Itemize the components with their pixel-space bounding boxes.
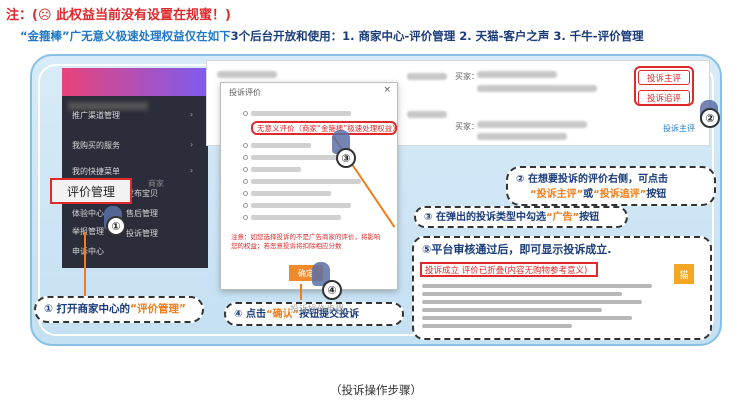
warning-note: 注：(☹ 此权益当前没有设置在规蜜！) (6, 8, 231, 23)
subtitle-part1: “金箍棒”广无意义极速处理权益仅在如下 (20, 29, 231, 43)
menu-item[interactable]: 售后管理 (126, 208, 158, 219)
chevron-right-icon: › (190, 140, 194, 149)
step-1-callout: ① 打开商家中心的“评价管理” (34, 296, 204, 323)
menu-item[interactable]: 投诉管理 (126, 228, 158, 239)
review-management-menu[interactable]: 评价管理 (50, 178, 132, 204)
chevron-right-icon: › (190, 166, 194, 175)
menu-item[interactable]: 体验中心 (72, 208, 104, 219)
dialog-title: 投诉评价 (229, 88, 261, 97)
menu-item[interactable]: 推广渠道管理 (72, 110, 120, 121)
step-4-marker: ④ (322, 280, 342, 300)
complaint-dialog: 投诉评价 × 无意义评价（商家“金箍棒”极速处理权益） 注意：如您选择投诉的不是… (220, 82, 398, 290)
result-heading: ⑤平台审核通过后，即可显示投诉成立. (422, 243, 612, 256)
result-panel: ⑤平台审核通过后，即可显示投诉成立. 投诉成立 评价已折叠(内容无购物参考意义)… (412, 236, 712, 340)
complaint-success-tag: 投诉成立 评价已折叠(内容无购物参考意义) (420, 262, 598, 277)
watermark: 投诉操作步骤 (290, 305, 345, 315)
step-3-callout: ③ 在弹出的投诉类型中勾选“广告”按钮 (414, 206, 628, 228)
menu-item[interactable]: 我的快捷菜单 (72, 166, 120, 177)
figure-caption: （投诉操作步骤） (330, 383, 422, 397)
step-2-callout: ② 在想要投诉的评价右侧，可点击 “投诉主评”或“投诉追评”按钮 (506, 166, 716, 206)
side-tag: 商家 (148, 179, 164, 188)
buyer-label: 买家： (455, 72, 479, 81)
ad-option-radio[interactable]: 无意义评价（商家“金箍棒”极速处理权益） (251, 121, 397, 135)
subtitle-part2: 3个后台开放和使用：1. 商家中心-评价管理 2. 天猫-客户之声 3. 千牛-… (230, 29, 644, 43)
menu-item[interactable]: 申诉中心 (72, 246, 104, 257)
complaint-followup-button[interactable]: 投诉追评 (638, 90, 690, 105)
complaint-main-link[interactable]: 投诉主评 (663, 123, 695, 134)
dialog-warning: 注意：如您选择投诉的不是广告商家的评价，将影响您的权益；若恶意投诉将扣除相应分数 (231, 233, 381, 250)
buyer-label: 买家： (455, 122, 479, 131)
step-2-marker: ② (700, 108, 720, 128)
subtitle: “金箍棒”广无意义极速处理权益仅在如下3个后台开放和使用：1. 商家中心-评价管… (20, 28, 644, 44)
menu-item[interactable]: 举报管理 (72, 226, 104, 237)
step-3-marker: ③ (336, 148, 356, 168)
screenshot-stage: 注：(☹ 此权益当前没有设置在规蜜！) “金箍棒”广无意义极速处理权益仅在如下3… (0, 0, 752, 402)
chevron-right-icon: › (190, 110, 194, 119)
complaint-main-button[interactable]: 投诉主评 (638, 70, 690, 85)
tmall-logo-icon: 猫 (674, 264, 694, 284)
menu-item[interactable]: 我购买的服务 (72, 140, 120, 151)
step-1-marker: ① (106, 216, 126, 236)
menu-header-bar (62, 68, 208, 96)
close-icon[interactable]: × (383, 85, 391, 95)
